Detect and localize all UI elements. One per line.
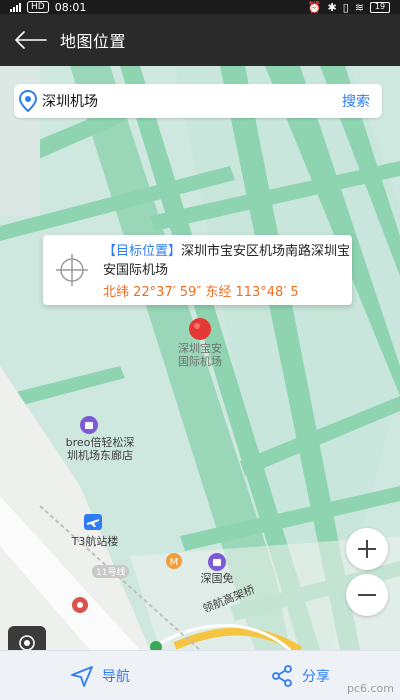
airport-label[interactable]: 深圳宝安 国际机场 — [160, 342, 240, 368]
navigate-label: 导航 — [102, 669, 130, 685]
airplane-icon[interactable] — [84, 514, 102, 530]
zoom-out-button[interactable] — [346, 574, 388, 616]
back-arrow-icon — [15, 31, 47, 49]
vibrate-icon: ▯ — [342, 0, 349, 14]
search-input[interactable] — [42, 86, 330, 116]
target-tag: 【目标位置】 — [103, 244, 182, 259]
alarm-icon: ⏰ — [307, 0, 322, 14]
restaurant-icon[interactable]: M — [166, 553, 182, 569]
target-pin-icon[interactable] — [186, 316, 214, 344]
duty-free-label[interactable]: 深国免 — [187, 572, 247, 585]
carrier-badge: HD — [27, 1, 49, 13]
poi-icon[interactable] — [72, 597, 88, 613]
t3-terminal-label[interactable]: T3航站楼 — [60, 535, 130, 548]
coordinates-text: 北纬 22°37′ 59″ 东经 113°48′ 5 — [103, 285, 299, 300]
breo-shop-label[interactable]: breo倍轻松深 圳机场东廊店 — [40, 436, 160, 462]
bluetooth-icon: ✱ — [327, 0, 337, 14]
location-pin-icon — [14, 84, 42, 118]
location-address: 【目标位置】深圳市宝安区机场南路深圳宝安国际机场 — [103, 242, 351, 280]
signal-icon — [10, 2, 21, 12]
status-time: 08:01 — [54, 0, 87, 14]
crosshair-icon — [56, 254, 88, 286]
battery-icon: 19 — [370, 1, 390, 13]
minus-icon — [358, 594, 376, 596]
navigate-button[interactable]: 导航 — [0, 665, 200, 687]
plus-icon — [358, 540, 376, 558]
watermark: pc6.com — [346, 682, 394, 695]
share-label: 分享 — [302, 669, 330, 685]
shopping-bag-icon[interactable] — [208, 553, 226, 571]
svg-text:M: M — [170, 557, 179, 568]
location-info-card: 【目标位置】深圳市宝安区机场南路深圳宝安国际机场 北纬 22°37′ 59″ 东… — [43, 235, 352, 305]
app-bar: 地图位置 — [0, 14, 400, 66]
status-bar: HD 08:01 ⏰ ✱ ▯ ≋ 19 — [0, 0, 400, 14]
back-button[interactable] — [0, 14, 60, 66]
zoom-in-button[interactable] — [346, 528, 388, 570]
shopping-bag-icon[interactable] — [80, 416, 98, 434]
share-icon — [272, 665, 292, 687]
search-bar: 搜索 — [14, 84, 382, 118]
metro-line-label: 11号线 — [92, 565, 130, 578]
search-button[interactable]: 搜索 — [330, 91, 382, 111]
bottom-action-bar: 导航 分享 pc6.com — [0, 650, 400, 700]
screen: HD 08:01 ⏰ ✱ ▯ ≋ 19 地图位置 M 深圳机场 搜索 【目标位置… — [0, 0, 400, 700]
wifi-icon: ≋ — [354, 0, 364, 14]
page-title: 地图位置 — [60, 32, 127, 51]
navigation-arrow-icon — [71, 666, 93, 687]
battery-level: 19 — [374, 2, 386, 11]
